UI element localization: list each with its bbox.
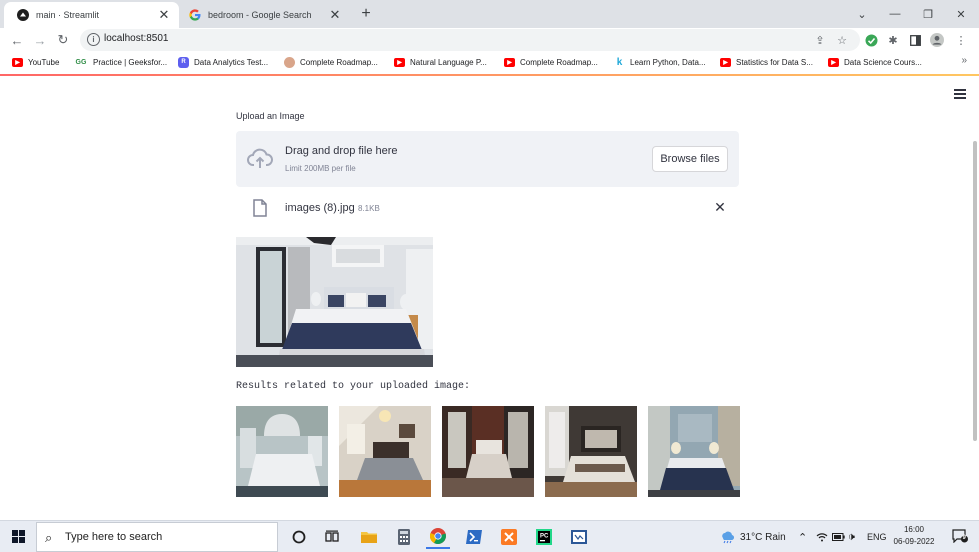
powershell-icon[interactable] (462, 525, 486, 549)
battery-icon[interactable] (832, 521, 845, 552)
uploaded-file-row: images (8).jpg 8.1KB ✕ (236, 196, 739, 220)
tab-title: bedroom - Google Search (208, 10, 312, 20)
remove-file-close-icon[interactable]: ✕ (712, 199, 728, 215)
extensions-puzzle-icon[interactable]: ✱ (886, 33, 900, 47)
task-view-icon[interactable] (320, 525, 344, 549)
file-explorer-icon[interactable] (357, 525, 381, 549)
language-indicator[interactable]: ENG (867, 521, 887, 552)
tab-strip: main · Streamlit ✕ bedroom - Google Sear… (0, 0, 979, 28)
reload-icon[interactable]: ↻ (53, 30, 73, 50)
windows-start-icon[interactable] (12, 530, 26, 544)
bookmark-star-icon[interactable]: ☆ (835, 33, 849, 47)
more-bookmarks-chevron-icon[interactable]: » (961, 55, 967, 66)
result-image-4 (545, 406, 637, 497)
extension-check-icon[interactable] (864, 33, 878, 47)
cortana-circle-icon[interactable] (287, 525, 311, 549)
result-image-1 (236, 406, 328, 497)
weather-text: 31°C Rain (740, 531, 786, 543)
taskbar-search-box[interactable]: ⌕ Type here to search (36, 522, 278, 552)
chrome-icon[interactable] (426, 525, 450, 549)
upload-label: Upload an Image (236, 111, 305, 121)
volume-speaker-icon[interactable]: 🕩 (848, 521, 855, 552)
clock-time: 16:00 (903, 525, 925, 534)
pycharm-icon[interactable]: PC (532, 525, 556, 549)
rain-cloud-icon (722, 531, 734, 544)
taskbar-search-placeholder: Type here to search (65, 531, 163, 543)
notification-center-icon[interactable]: 9 (952, 529, 970, 545)
browser-menu-icon[interactable]: ⋮ (954, 33, 968, 47)
cloud-upload-icon (247, 148, 273, 168)
tab-title: main · Streamlit (36, 10, 100, 20)
file-icon (253, 199, 267, 217)
network-wifi-icon[interactable] (816, 521, 828, 552)
system-clock[interactable]: 16:00 06-09-2022 (888, 524, 940, 548)
search-icon: ⌕ (45, 530, 53, 545)
avatar-icon (284, 56, 295, 68)
close-tab-icon[interactable]: ✕ (328, 8, 342, 22)
site-info-icon[interactable]: i (87, 33, 100, 46)
close-tab-icon[interactable]: ✕ (157, 8, 171, 22)
bookmark-complete-roadmap-2[interactable]: ▶ Complete Roadmap... (504, 55, 598, 69)
minimize-icon[interactable]: — (878, 0, 912, 28)
side-panel-icon[interactable] (908, 33, 922, 47)
uploaded-image (236, 237, 433, 367)
svg-text:PC: PC (540, 534, 549, 540)
bookmark-data-analytics-test[interactable]: R Data Analytics Test... (178, 55, 268, 69)
weather-widget[interactable]: 31°C Rain (720, 521, 786, 552)
screen: main · Streamlit ✕ bedroom - Google Sear… (0, 0, 979, 552)
scrollbar-thumb[interactable] (973, 141, 977, 441)
show-hidden-icons-chevron-icon[interactable]: ⌃ (798, 521, 807, 552)
dropzone-limit: Limit 200MB per file (285, 164, 356, 173)
restore-icon[interactable]: ❐ (911, 0, 945, 28)
bookmark-icon: R (178, 56, 189, 68)
main-menu-hamburger-icon[interactable] (954, 89, 966, 99)
bookmark-natural-language[interactable]: ▶ Natural Language P... (394, 55, 487, 69)
notification-count: 9 (962, 535, 966, 541)
tab-bedroom-google-search[interactable]: bedroom - Google Search ✕ (176, 2, 350, 28)
youtube-icon: ▶ (720, 57, 731, 67)
google-icon (189, 9, 201, 21)
calculator-icon[interactable] (392, 525, 416, 549)
result-image-5 (648, 406, 740, 497)
xampp-icon[interactable] (497, 525, 521, 549)
streamlit-app: Upload an Image Drag and drop file here … (0, 76, 979, 520)
windows-taskbar: ⌕ Type here to search PC 31°C Rain ⌃ 🕩 E… (0, 520, 979, 552)
youtube-icon: ▶ (828, 57, 839, 67)
streamlit-icon (17, 9, 29, 21)
tab-main-streamlit[interactable]: main · Streamlit ✕ (4, 2, 179, 28)
address-bar[interactable]: i localhost:8501 ⇪ ☆ (80, 29, 860, 51)
uploaded-file-size: 8.1KB (358, 204, 380, 213)
geeksforgeeks-icon: GG (75, 58, 87, 66)
youtube-icon: ▶ (504, 57, 515, 67)
file-dropzone[interactable]: Drag and drop file here Limit 200MB per … (236, 131, 739, 187)
url-text: localhost:8501 (104, 33, 169, 44)
browse-files-button[interactable]: Browse files (652, 146, 728, 172)
results-heading: Results related to your uploaded image: (236, 381, 471, 392)
bookmark-statistics-for-data[interactable]: ▶ Statistics for Data S... (720, 55, 813, 69)
bookmark-youtube[interactable]: ▶ YouTube (12, 55, 59, 69)
new-tab-plus-icon[interactable]: + (357, 5, 375, 23)
bookmark-learn-python[interactable]: k Learn Python, Data... (614, 55, 706, 69)
close-window-icon[interactable]: ✕ (944, 0, 978, 28)
bookmark-data-science-course[interactable]: ▶ Data Science Cours... (828, 55, 922, 69)
profile-avatar-icon[interactable] (930, 33, 944, 47)
browser-toolbar: ← → ↻ i localhost:8501 ⇪ ☆ ✱ ⋮ (0, 28, 979, 52)
result-image-2 (339, 406, 431, 497)
tab-search-chevron-icon[interactable]: ⌄ (845, 0, 879, 28)
k-icon: k (616, 56, 623, 68)
forward-icon[interactable]: → (30, 30, 50, 50)
back-icon[interactable]: ← (7, 30, 27, 50)
youtube-icon: ▶ (12, 57, 23, 67)
bookmark-complete-roadmap-1[interactable]: Complete Roadmap... (284, 55, 378, 69)
uploaded-file-name: images (8).jpg (285, 202, 355, 214)
dropzone-instructions: Drag and drop file here (285, 145, 398, 157)
bookmarks-bar: ▶ YouTube GG Practice | Geeksfor... R Da… (0, 52, 979, 72)
youtube-icon: ▶ (394, 57, 405, 67)
share-icon[interactable]: ⇪ (813, 33, 827, 47)
result-image-3 (442, 406, 534, 497)
clock-date: 06-09-2022 (893, 537, 935, 546)
text-editor-icon[interactable] (567, 525, 591, 549)
bookmark-practice-geeksforgeeks[interactable]: GG Practice | Geeksfor... (74, 55, 168, 69)
